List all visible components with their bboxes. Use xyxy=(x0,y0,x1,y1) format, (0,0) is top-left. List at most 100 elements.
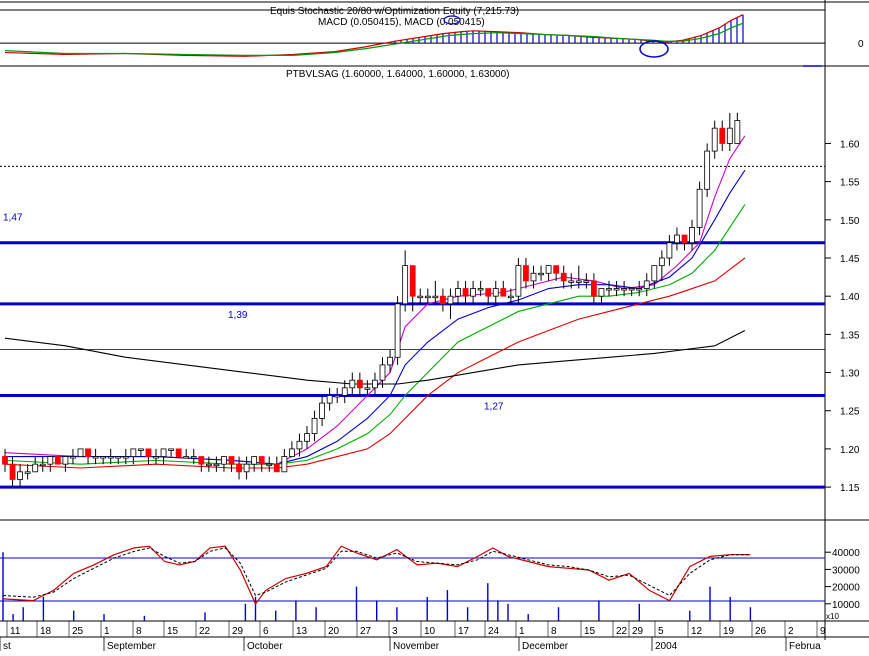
candle-body xyxy=(658,257,665,267)
candle-body xyxy=(9,463,16,480)
price-tick-label: 1.40 xyxy=(840,292,860,303)
day-label: 18 xyxy=(40,626,52,637)
price-tick-label: 1.45 xyxy=(840,254,860,265)
candle-body xyxy=(477,288,484,291)
candle-body xyxy=(281,456,288,473)
candle-body xyxy=(190,456,197,459)
candle-body xyxy=(689,227,695,244)
candle-body xyxy=(266,463,273,467)
candle-body xyxy=(704,150,711,190)
candle-body xyxy=(583,280,590,283)
day-label: 29 xyxy=(632,626,644,637)
candle-body xyxy=(530,272,537,282)
day-label: 2 xyxy=(788,626,794,637)
day-label: 22 xyxy=(616,626,628,637)
day-label: 24 xyxy=(488,626,500,637)
candle-body xyxy=(311,417,318,435)
level-label: 1,27 xyxy=(484,401,504,412)
candle-body xyxy=(462,288,469,297)
price-tick-label: 1.55 xyxy=(840,178,860,189)
price-tick-label: 1.20 xyxy=(840,445,860,456)
candle-body xyxy=(85,448,91,457)
candle-body xyxy=(636,288,643,291)
candle-body xyxy=(258,456,265,465)
candle-body xyxy=(168,448,175,451)
candle-body xyxy=(296,440,303,450)
day-label: 15 xyxy=(584,626,596,637)
candle-body xyxy=(47,456,54,465)
price-tick-label: 1.25 xyxy=(840,407,860,418)
candle-body xyxy=(500,288,507,297)
candle-body xyxy=(205,463,212,467)
day-label: 26 xyxy=(755,626,767,637)
candle-body xyxy=(523,265,529,282)
candle-body xyxy=(100,456,107,459)
candle-body xyxy=(221,456,227,465)
month-label: Februa xyxy=(789,641,821,651)
candle-body xyxy=(288,448,295,457)
candle-body xyxy=(273,463,280,473)
candle-body xyxy=(734,120,741,144)
candle-body xyxy=(575,280,582,283)
candle-body xyxy=(409,265,416,297)
month-label: September xyxy=(107,641,157,651)
day-label: 22 xyxy=(199,626,211,637)
day-label: 19 xyxy=(723,626,735,637)
price-tick-label: 1.35 xyxy=(840,330,860,341)
candle-body xyxy=(394,303,401,358)
price-tick-label: 1.60 xyxy=(840,139,860,150)
scale-note: x10 xyxy=(826,612,839,621)
month-label: December xyxy=(522,641,569,651)
chart-root: Equis Stochastic 20/80 w/Optimization Eq… xyxy=(0,0,869,652)
candle-body xyxy=(666,242,673,259)
level-label: 1,47 xyxy=(3,213,23,224)
price-label: PTBVLSAG (1.60000, 1.64000, 1.60000, 1.6… xyxy=(286,69,510,80)
candle-body xyxy=(243,463,250,473)
candle-body xyxy=(591,280,597,297)
candle-body xyxy=(613,288,620,291)
candle-body xyxy=(54,456,61,465)
price-tick-label: 1.50 xyxy=(840,216,860,227)
candle-body xyxy=(70,456,76,459)
candle-body xyxy=(115,456,122,459)
candle-body xyxy=(439,295,446,305)
candle-body xyxy=(137,448,144,451)
candle-body xyxy=(507,295,514,299)
candle-body xyxy=(107,456,114,459)
month-label: October xyxy=(247,641,283,651)
candle-body xyxy=(153,456,159,459)
candle-body xyxy=(545,265,552,274)
candle-body xyxy=(538,272,544,276)
candle-body xyxy=(432,295,439,299)
candle-body xyxy=(485,288,492,297)
candle-body xyxy=(726,127,733,144)
candle-body xyxy=(319,402,326,419)
candle-body xyxy=(130,448,137,457)
day-label: 13 xyxy=(296,626,308,637)
candle-body xyxy=(198,456,205,465)
day-label: 20 xyxy=(328,626,340,637)
day-label: 29 xyxy=(232,626,244,637)
day-label: 27 xyxy=(360,626,372,637)
candle-body xyxy=(349,379,356,389)
day-label: 3 xyxy=(392,626,398,637)
candle-body xyxy=(417,295,424,299)
day-label: 25 xyxy=(72,626,84,637)
candle-body xyxy=(356,379,363,389)
price-tick-label: 1.15 xyxy=(840,483,860,494)
candle-body xyxy=(2,456,8,465)
candle-body xyxy=(17,471,24,480)
candle-body xyxy=(598,288,605,297)
day-label: 8 xyxy=(551,626,557,637)
candle-body xyxy=(696,188,703,228)
candle-body xyxy=(560,272,567,282)
candle-body xyxy=(674,234,680,244)
candle-body xyxy=(455,288,461,297)
candle-body xyxy=(228,456,235,465)
candle-body xyxy=(470,288,477,297)
candle-body xyxy=(326,395,333,404)
candle-body xyxy=(62,456,69,465)
candle-body xyxy=(651,265,658,282)
day-label: 17 xyxy=(458,626,470,637)
stoch-tick-label: 20000 xyxy=(832,583,860,594)
